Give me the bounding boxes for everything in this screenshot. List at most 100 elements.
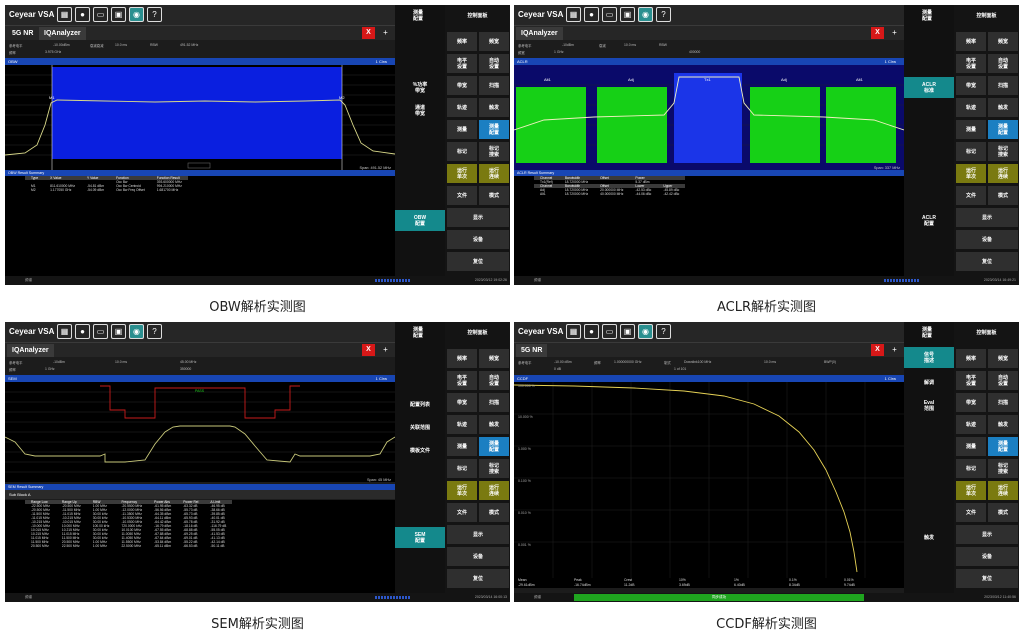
softkey-measure[interactable]: 测量 bbox=[956, 437, 986, 456]
softkey-file[interactable]: 文件 bbox=[447, 503, 477, 522]
softkey-display[interactable]: 显示 bbox=[447, 208, 509, 227]
meas-config-button[interactable]: 测量 配置 bbox=[401, 10, 435, 27]
softkey-frequency[interactable]: 频率 bbox=[956, 32, 986, 51]
add-tab-button[interactable]: + bbox=[379, 344, 392, 356]
camera-icon[interactable]: ◉ bbox=[129, 324, 144, 339]
meas-config-button[interactable]: 测量 配置 bbox=[910, 10, 944, 27]
softkey-device[interactable]: 设备 bbox=[956, 230, 1018, 249]
save-icon[interactable]: ▣ bbox=[620, 7, 635, 22]
add-tab-button[interactable]: + bbox=[888, 344, 901, 356]
windows-icon[interactable]: ▦ bbox=[566, 324, 581, 339]
softkey-level[interactable]: 电平 设置 bbox=[956, 371, 986, 390]
softkey-device[interactable]: 设备 bbox=[447, 547, 509, 566]
close-tab-button[interactable]: X bbox=[871, 344, 884, 356]
softkey-run-continuous[interactable]: 运行 连续 bbox=[988, 481, 1018, 500]
meas-config-button[interactable]: 测量 配置 bbox=[401, 327, 435, 344]
lightbulb-icon[interactable]: ● bbox=[584, 7, 599, 22]
softkey-marker-search[interactable]: 标记 搜索 bbox=[988, 142, 1018, 161]
softkey-mode[interactable]: 模式 bbox=[479, 503, 509, 522]
softkey-bandwidth[interactable]: 带宽 bbox=[956, 393, 986, 412]
softkey-display[interactable]: 显示 bbox=[447, 525, 509, 544]
add-tab-button[interactable]: + bbox=[888, 27, 901, 39]
softkey-trace[interactable]: 轨迹 bbox=[956, 98, 986, 117]
softkey-auto[interactable]: 自动 设置 bbox=[479, 54, 509, 73]
softkey-trigger[interactable]: 触发 bbox=[479, 415, 509, 434]
softkey-marker[interactable]: 标记 bbox=[447, 459, 477, 478]
softkey-run-continuous[interactable]: 运行 连续 bbox=[479, 481, 509, 500]
folder-icon[interactable]: ▭ bbox=[93, 7, 108, 22]
tab-iqanalyzer[interactable]: IQAnalyzer bbox=[39, 27, 86, 40]
softkey-meas-config[interactable]: 测量 配置 bbox=[479, 437, 509, 456]
close-tab-button[interactable]: X bbox=[362, 344, 375, 356]
softkey-run-single[interactable]: 运行 单次 bbox=[447, 481, 477, 500]
side-template-file[interactable]: 模板文件 bbox=[395, 440, 445, 461]
softkey-trace[interactable]: 轨迹 bbox=[956, 415, 986, 434]
softkey-frequency[interactable]: 频率 bbox=[956, 349, 986, 368]
side-trigger[interactable]: 触发 bbox=[904, 527, 954, 548]
softkey-measure[interactable]: 测量 bbox=[447, 437, 477, 456]
tab-iqanalyzer[interactable]: IQAnalyzer bbox=[7, 344, 54, 357]
help-icon[interactable]: ? bbox=[656, 324, 671, 339]
close-tab-button[interactable]: X bbox=[871, 27, 884, 39]
softkey-span[interactable]: 频宽 bbox=[988, 349, 1018, 368]
softkey-sweep[interactable]: 扫描 bbox=[988, 76, 1018, 95]
softkey-frequency[interactable]: 频率 bbox=[447, 349, 477, 368]
softkey-trace[interactable]: 轨迹 bbox=[447, 415, 477, 434]
side-channel-bw[interactable]: 通道 带宽 bbox=[395, 100, 445, 121]
softkey-device[interactable]: 设备 bbox=[447, 230, 509, 249]
close-tab-button[interactable]: X bbox=[362, 27, 375, 39]
side-aclr-standard[interactable]: ACLR 标准 bbox=[904, 77, 954, 98]
softkey-level[interactable]: 电平 设置 bbox=[447, 371, 477, 390]
softkey-display[interactable]: 显示 bbox=[956, 208, 1018, 227]
softkey-run-continuous[interactable]: 运行 连续 bbox=[479, 164, 509, 183]
softkey-reset[interactable]: 复位 bbox=[447, 569, 509, 588]
softkey-meas-config[interactable]: 测量 配置 bbox=[988, 437, 1018, 456]
softkey-level[interactable]: 电平 设置 bbox=[956, 54, 986, 73]
softkey-marker-search[interactable]: 标记 搜索 bbox=[479, 142, 509, 161]
side-related-range[interactable]: 关联范围 bbox=[395, 417, 445, 438]
folder-icon[interactable]: ▭ bbox=[602, 324, 617, 339]
save-icon[interactable]: ▣ bbox=[111, 324, 126, 339]
add-tab-button[interactable]: + bbox=[379, 27, 392, 39]
softkey-run-continuous[interactable]: 运行 连续 bbox=[988, 164, 1018, 183]
camera-icon[interactable]: ◉ bbox=[638, 324, 653, 339]
lightbulb-icon[interactable]: ● bbox=[584, 324, 599, 339]
softkey-auto[interactable]: 自动 设置 bbox=[479, 371, 509, 390]
lightbulb-icon[interactable]: ● bbox=[75, 324, 90, 339]
softkey-run-single[interactable]: 运行 单次 bbox=[956, 164, 986, 183]
softkey-sweep[interactable]: 扫描 bbox=[988, 393, 1018, 412]
softkey-bandwidth[interactable]: 带宽 bbox=[447, 393, 477, 412]
softkey-run-single[interactable]: 运行 单次 bbox=[956, 481, 986, 500]
softkey-reset[interactable]: 复位 bbox=[956, 569, 1018, 588]
softkey-meas-config[interactable]: 测量 配置 bbox=[988, 120, 1018, 139]
softkey-mode[interactable]: 模式 bbox=[988, 186, 1018, 205]
softkey-bandwidth[interactable]: 带宽 bbox=[956, 76, 986, 95]
softkey-bandwidth[interactable]: 带宽 bbox=[447, 76, 477, 95]
save-icon[interactable]: ▣ bbox=[620, 324, 635, 339]
windows-icon[interactable]: ▦ bbox=[566, 7, 581, 22]
softkey-display[interactable]: 显示 bbox=[956, 525, 1018, 544]
softkey-sweep[interactable]: 扫描 bbox=[479, 76, 509, 95]
tab-5gnr[interactable]: 5G NR bbox=[516, 344, 548, 357]
softkey-reset[interactable]: 复位 bbox=[447, 252, 509, 271]
softkey-device[interactable]: 设备 bbox=[956, 547, 1018, 566]
tab-5gnr[interactable]: 5G NR bbox=[7, 27, 38, 40]
softkey-span[interactable]: 频宽 bbox=[988, 32, 1018, 51]
side-signal-description[interactable]: 信号 描述 bbox=[904, 347, 954, 368]
softkey-file[interactable]: 文件 bbox=[956, 186, 986, 205]
windows-icon[interactable]: ▦ bbox=[57, 7, 72, 22]
softkey-trigger[interactable]: 触发 bbox=[479, 98, 509, 117]
softkey-file[interactable]: 文件 bbox=[447, 186, 477, 205]
help-icon[interactable]: ? bbox=[147, 7, 162, 22]
softkey-reset[interactable]: 复位 bbox=[956, 252, 1018, 271]
softkey-marker[interactable]: 标记 bbox=[956, 459, 986, 478]
camera-icon[interactable]: ◉ bbox=[129, 7, 144, 22]
softkey-span[interactable]: 频宽 bbox=[479, 32, 509, 51]
side-pct-power-bw[interactable]: %功率 带宽 bbox=[395, 77, 445, 98]
softkey-mode[interactable]: 模式 bbox=[479, 186, 509, 205]
softkey-marker[interactable]: 标记 bbox=[447, 142, 477, 161]
tab-iqanalyzer[interactable]: IQAnalyzer bbox=[516, 27, 563, 40]
softkey-level[interactable]: 电平 设置 bbox=[447, 54, 477, 73]
windows-icon[interactable]: ▦ bbox=[57, 324, 72, 339]
softkey-auto[interactable]: 自动 设置 bbox=[988, 54, 1018, 73]
